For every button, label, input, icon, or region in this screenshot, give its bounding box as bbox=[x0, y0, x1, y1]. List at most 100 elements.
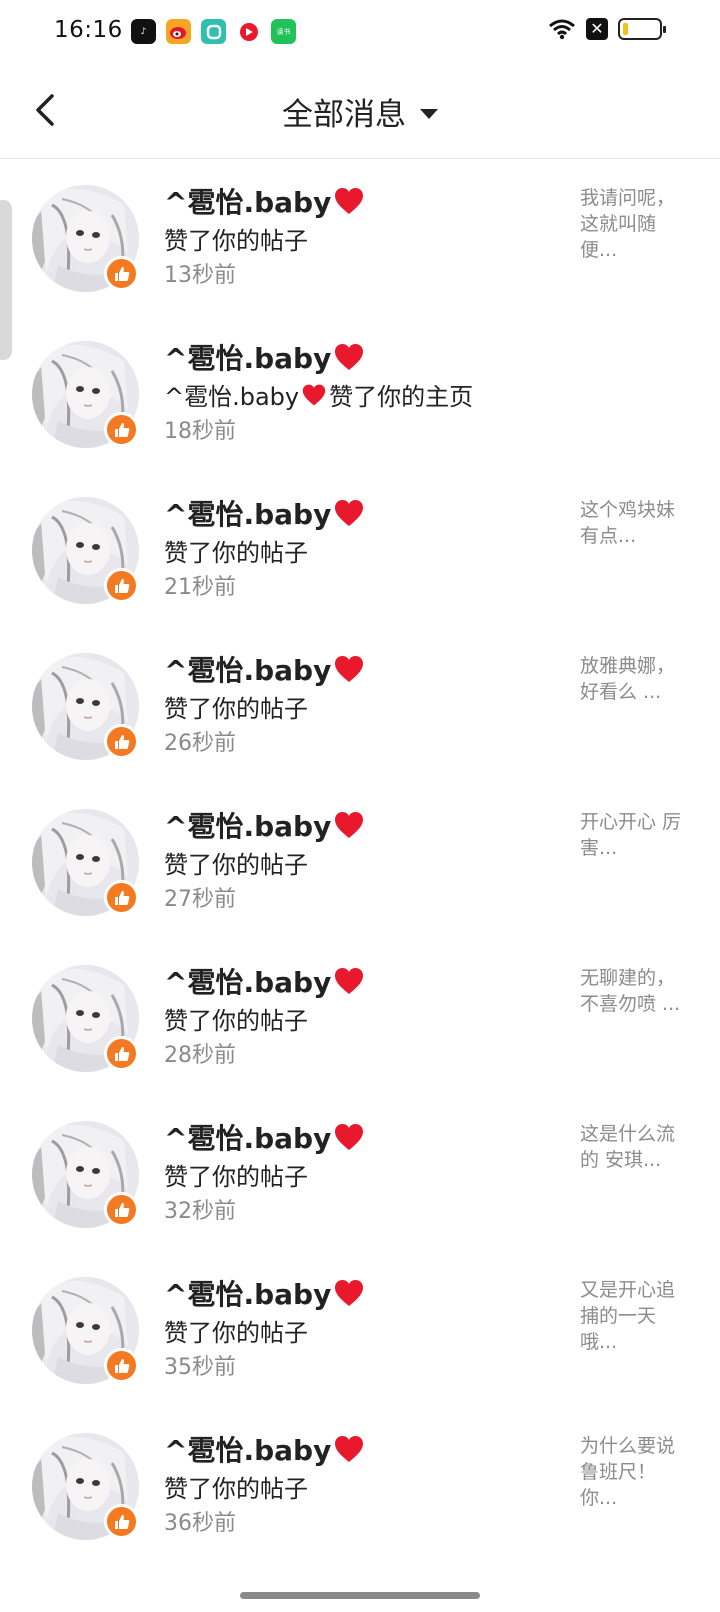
post-preview[interactable]: 放雅典娜，好看么 ... bbox=[580, 653, 692, 705]
message-list: ^雹怡.baby 赞了你的帖子 13秒前 我请问呢，这就叫随便... ^雹怡.b… bbox=[0, 159, 720, 1563]
message-action: 赞了你的帖子 bbox=[164, 221, 308, 256]
status-indicators: ✕ bbox=[548, 18, 666, 40]
sender-name[interactable]: ^雹怡.baby bbox=[164, 1273, 331, 1313]
message-time: 32秒前 bbox=[164, 1199, 236, 1224]
thumbs-up-icon bbox=[114, 1046, 129, 1061]
like-badge bbox=[104, 1192, 139, 1227]
teal-app-icon bbox=[201, 19, 226, 44]
heart-icon bbox=[335, 1124, 364, 1150]
message-item[interactable]: ^雹怡.baby 赞了你的帖子 27秒前 开心开心 厉害... bbox=[0, 783, 720, 939]
sender-name[interactable]: ^雹怡.baby bbox=[164, 493, 331, 533]
message-action: 赞了你的帖子 bbox=[164, 1157, 308, 1192]
battery-icon bbox=[618, 18, 666, 40]
message-action: 赞了你的帖子 bbox=[164, 533, 308, 568]
message-action: 赞了你的帖子 bbox=[164, 1469, 308, 1504]
thumbs-up-icon bbox=[114, 890, 129, 905]
sender-name[interactable]: ^雹怡.baby bbox=[164, 649, 331, 689]
sender-row: ^雹怡.baby bbox=[164, 805, 365, 845]
action-text: 赞了你的帖子 bbox=[164, 227, 308, 255]
action-text: 赞了你的帖子 bbox=[164, 695, 308, 723]
battery-level bbox=[623, 23, 628, 35]
heart-icon bbox=[335, 188, 364, 214]
sender-name[interactable]: ^雹怡.baby bbox=[164, 181, 331, 221]
message-item[interactable]: ^雹怡.baby 赞了你的帖子 26秒前 放雅典娜，好看么 ... bbox=[0, 627, 720, 783]
message-action: 赞了你的帖子 bbox=[164, 1001, 308, 1036]
weibo-icon bbox=[166, 19, 191, 44]
heart-icon bbox=[335, 812, 364, 838]
like-badge bbox=[104, 412, 139, 447]
message-item[interactable]: ^雹怡.baby 赞了你的帖子 28秒前 无聊建的，不喜勿喷 ... bbox=[0, 939, 720, 1095]
heart-icon bbox=[335, 1436, 364, 1462]
post-preview[interactable]: 开心开心 厉害... bbox=[580, 809, 692, 861]
message-time: 28秒前 bbox=[164, 1043, 236, 1068]
sender-name[interactable]: ^雹怡.baby bbox=[164, 961, 331, 1001]
post-preview[interactable]: 这个鸡块妹有点... bbox=[580, 497, 692, 549]
post-preview[interactable]: 为什么要说鲁班尺！你... bbox=[580, 1433, 692, 1511]
message-action: ^雹怡.baby 赞了你的主页 bbox=[164, 377, 473, 412]
like-badge bbox=[104, 568, 139, 603]
thumbs-up-icon bbox=[114, 1358, 129, 1373]
sender-name[interactable]: ^雹怡.baby bbox=[164, 1429, 331, 1469]
post-preview[interactable]: 无聊建的，不喜勿喷 ... bbox=[580, 965, 692, 1017]
home-indicator[interactable] bbox=[240, 1592, 480, 1599]
action-text: 赞了你的帖子 bbox=[164, 1475, 308, 1503]
like-badge bbox=[104, 724, 139, 759]
message-time: 35秒前 bbox=[164, 1355, 236, 1380]
status-bar: 16:16 ♪ 读书 ✕ bbox=[0, 0, 720, 64]
message-time: 18秒前 bbox=[164, 419, 236, 444]
heart-icon bbox=[335, 656, 364, 682]
message-item[interactable]: ^雹怡.baby 赞了你的帖子 21秒前 这个鸡块妹有点... bbox=[0, 471, 720, 627]
message-time: 27秒前 bbox=[164, 887, 236, 912]
action-text: 赞了你的帖子 bbox=[164, 851, 308, 879]
post-preview[interactable]: 我请问呢，这就叫随便... bbox=[580, 185, 692, 263]
sender-row: ^雹怡.baby bbox=[164, 649, 365, 689]
heart-icon bbox=[335, 344, 364, 370]
post-preview[interactable]: 这是什么流的 安琪... bbox=[580, 1121, 692, 1173]
message-time: 13秒前 bbox=[164, 263, 236, 288]
message-item[interactable]: ^雹怡.baby 赞了你的帖子 35秒前 又是开心追捕的一天哦... bbox=[0, 1251, 720, 1407]
message-filter-dropdown[interactable]: 全部消息 bbox=[0, 89, 720, 134]
sender-name[interactable]: ^雹怡.baby bbox=[164, 1117, 331, 1157]
red-app-icon bbox=[236, 19, 261, 44]
like-badge bbox=[104, 1504, 139, 1539]
status-time: 16:16 bbox=[54, 17, 123, 43]
like-badge bbox=[104, 1348, 139, 1383]
no-sim-icon: ✕ bbox=[586, 18, 608, 40]
status-app-icons: ♪ 读书 bbox=[131, 19, 296, 44]
message-action: 赞了你的帖子 bbox=[164, 689, 308, 724]
message-item[interactable]: ^雹怡.baby 赞了你的帖子 13秒前 我请问呢，这就叫随便... bbox=[0, 159, 720, 315]
message-time: 21秒前 bbox=[164, 575, 236, 600]
action-text: 赞了你的帖子 bbox=[164, 1319, 308, 1347]
green-app-icon: 读书 bbox=[271, 19, 296, 44]
thumbs-up-icon bbox=[114, 734, 129, 749]
message-item[interactable]: ^雹怡.baby 赞了你的帖子 36秒前 为什么要说鲁班尺！你... bbox=[0, 1407, 720, 1563]
thumbs-up-icon bbox=[114, 1202, 129, 1217]
message-item[interactable]: ^雹怡.baby 赞了你的帖子 32秒前 这是什么流的 安琪... bbox=[0, 1095, 720, 1251]
sender-row: ^雹怡.baby bbox=[164, 493, 365, 533]
page-title: 全部消息 bbox=[282, 97, 406, 133]
actor-name: ^雹怡.baby bbox=[164, 383, 300, 411]
message-item[interactable]: ^雹怡.baby ^雹怡.baby 赞了你的主页 18秒前 bbox=[0, 315, 720, 471]
like-badge bbox=[104, 880, 139, 915]
action-text: 赞了你的帖子 bbox=[164, 1007, 308, 1035]
like-badge bbox=[104, 1036, 139, 1071]
message-action: 赞了你的帖子 bbox=[164, 845, 308, 880]
tiktok-icon: ♪ bbox=[131, 19, 156, 44]
action-text: 赞了你的主页 bbox=[329, 383, 474, 411]
thumbs-up-icon bbox=[114, 578, 129, 593]
sender-name[interactable]: ^雹怡.baby bbox=[164, 805, 331, 845]
wifi-icon bbox=[549, 19, 575, 40]
sender-row: ^雹怡.baby bbox=[164, 337, 365, 377]
heart-icon bbox=[335, 500, 364, 526]
heart-icon bbox=[302, 384, 326, 405]
thumbs-up-icon bbox=[114, 422, 129, 437]
sender-row: ^雹怡.baby bbox=[164, 961, 365, 1001]
post-preview[interactable]: 又是开心追捕的一天哦... bbox=[580, 1277, 692, 1355]
heart-icon bbox=[335, 968, 364, 994]
like-badge bbox=[104, 256, 139, 291]
sender-name[interactable]: ^雹怡.baby bbox=[164, 337, 331, 377]
caret-down-icon bbox=[420, 108, 438, 119]
message-time: 26秒前 bbox=[164, 731, 236, 756]
message-time: 36秒前 bbox=[164, 1511, 236, 1536]
action-text: 赞了你的帖子 bbox=[164, 539, 308, 567]
